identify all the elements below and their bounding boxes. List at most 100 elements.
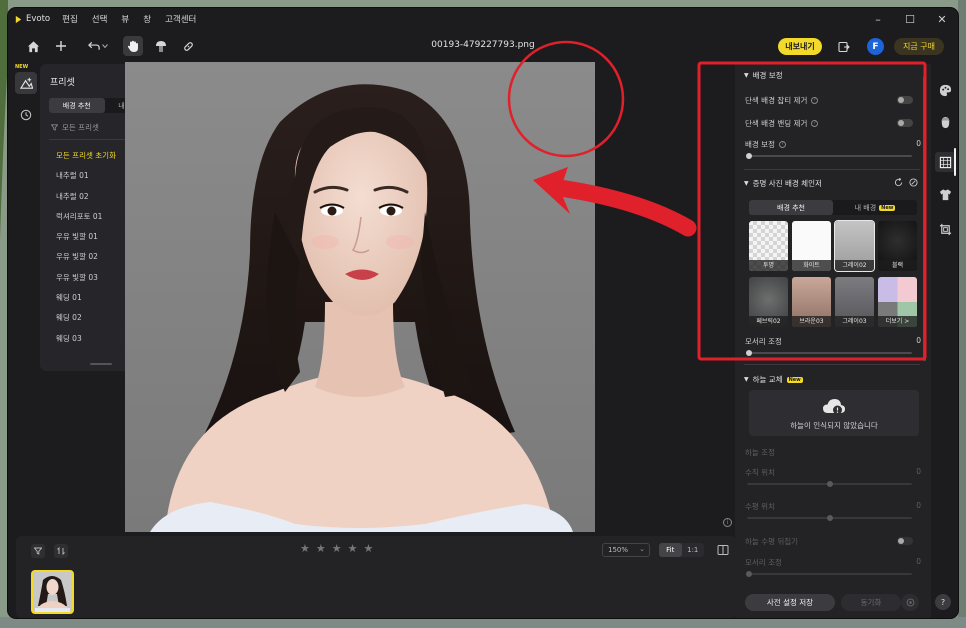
preset-filter[interactable]: 모든 프리셋 bbox=[51, 122, 99, 133]
star-icon[interactable]: ★ bbox=[332, 542, 342, 555]
sync-button[interactable]: 동기화 bbox=[841, 594, 901, 611]
remove-stains-toggle[interactable] bbox=[897, 96, 913, 104]
horizontal-position-label: 수평 위치 bbox=[745, 502, 775, 511]
help-icon[interactable]: ? bbox=[811, 97, 819, 104]
star-icon[interactable]: ★ bbox=[364, 542, 374, 555]
preset-list: 모든 프리셋 초기화 내추럴 01 내추럴 02 럭셔리포토 01 우유 빛깔 … bbox=[56, 146, 116, 349]
preset-item[interactable]: 내추럴 01 bbox=[56, 166, 116, 186]
menu-support[interactable]: 고객센터 bbox=[165, 13, 196, 25]
bg-tile-white[interactable]: 화이트 bbox=[792, 221, 831, 271]
portrait-photo[interactable] bbox=[125, 62, 595, 532]
add-icon[interactable] bbox=[51, 36, 71, 56]
preset-item[interactable]: 웨딩 03 bbox=[56, 329, 116, 349]
preset-item[interactable]: 럭셔리포토 01 bbox=[56, 207, 116, 227]
zoom-select[interactable]: 150% ⌄ bbox=[602, 543, 650, 557]
tab-my-bg[interactable]: 내 배경 New bbox=[833, 200, 917, 215]
horizontal-position-slider[interactable] bbox=[747, 515, 912, 521]
bg-tile-gray02[interactable]: 그레이02 bbox=[834, 220, 875, 272]
bg-correction-slider[interactable] bbox=[746, 153, 912, 159]
face-icon[interactable] bbox=[937, 114, 953, 130]
slider-knob[interactable] bbox=[827, 515, 833, 521]
vertical-position-slider[interactable] bbox=[747, 481, 912, 487]
photo-thumbnail[interactable] bbox=[31, 570, 74, 614]
vertical-position-value: 0 bbox=[916, 467, 921, 476]
edge-adjust-slider[interactable] bbox=[746, 350, 912, 356]
sync-settings-icon[interactable] bbox=[901, 594, 919, 611]
export-button[interactable]: 내보내기 bbox=[778, 38, 822, 55]
section-id-photo-bg[interactable]: ▼ 증명 사진 배경 체인저 bbox=[744, 178, 822, 189]
crop-adjust-icon[interactable] bbox=[937, 221, 953, 237]
menu-edit[interactable]: 편집 bbox=[62, 13, 78, 25]
profile-avatar[interactable]: F bbox=[867, 38, 884, 55]
preset-item[interactable]: 우유 빛깔 01 bbox=[56, 227, 116, 247]
divider bbox=[744, 169, 920, 170]
slider-knob[interactable] bbox=[746, 350, 752, 356]
menu-view[interactable]: 뷰 bbox=[121, 13, 129, 25]
filter-icon[interactable] bbox=[31, 544, 45, 558]
reset-icon[interactable] bbox=[894, 178, 903, 187]
clothing-icon[interactable] bbox=[937, 186, 953, 202]
preset-item[interactable]: 우유 빛깔 03 bbox=[56, 268, 116, 288]
preset-panel-title: 프리셋 bbox=[50, 78, 75, 88]
slider-knob[interactable] bbox=[746, 153, 752, 159]
sky-edge-slider[interactable] bbox=[746, 571, 912, 577]
bg-tile-gray03[interactable]: 그레이03 bbox=[835, 277, 874, 327]
sky-not-detected-message: 하늘이 인식되지 않았습니다 bbox=[790, 421, 878, 430]
collapse-triangle-icon: ▼ bbox=[744, 72, 749, 79]
menu-window[interactable]: 창 bbox=[143, 13, 151, 25]
compare-view-icon[interactable] bbox=[717, 544, 729, 556]
panel-scrollbar[interactable] bbox=[923, 76, 926, 361]
active-tool-indicator bbox=[954, 148, 956, 176]
undo-history-chevron-icon[interactable] bbox=[100, 36, 110, 56]
background-tool-icon[interactable] bbox=[935, 152, 955, 172]
tab-recommended-bg[interactable]: 배경 추천 bbox=[749, 200, 833, 215]
panel-resize-handle[interactable] bbox=[90, 363, 112, 365]
save-preset-button[interactable]: 사전 설정 저장 bbox=[745, 594, 835, 611]
bg-tile-brown03[interactable]: 브라운03 bbox=[792, 277, 831, 327]
section-bg-adjust[interactable]: ▼ 배경 보정 bbox=[744, 70, 783, 81]
reset-all-presets[interactable]: 모든 프리셋 초기화 bbox=[56, 146, 116, 166]
preset-item[interactable]: 웨딩 02 bbox=[56, 308, 116, 328]
bg-tile-fabric02[interactable]: 페브릭02 bbox=[749, 277, 788, 327]
preset-item[interactable]: 내추럴 02 bbox=[56, 187, 116, 207]
section-sky-replace[interactable]: ▼ 하늘 교체 New bbox=[744, 374, 803, 385]
toggle-effect-icon[interactable] bbox=[909, 178, 918, 187]
hand-tool-icon[interactable] bbox=[123, 36, 143, 56]
home-icon[interactable] bbox=[23, 36, 43, 56]
remove-banding-toggle[interactable] bbox=[897, 119, 913, 127]
preset-filter-label: 모든 프리셋 bbox=[62, 123, 99, 132]
star-icon[interactable]: ★ bbox=[316, 542, 326, 555]
star-icon[interactable]: ★ bbox=[300, 542, 310, 555]
sky-flip-toggle[interactable] bbox=[897, 537, 913, 545]
sort-icon[interactable] bbox=[54, 544, 68, 558]
help-icon[interactable]: ? bbox=[778, 141, 786, 148]
maximize-button[interactable]: ☐ bbox=[894, 8, 926, 30]
help-button[interactable]: ? bbox=[935, 594, 951, 610]
star-icon[interactable]: ★ bbox=[348, 542, 358, 555]
buy-now-button[interactable]: 지금 구매 bbox=[894, 38, 944, 55]
history-tab-button[interactable] bbox=[15, 104, 37, 126]
preset-item[interactable]: 웨딩 01 bbox=[56, 288, 116, 308]
help-icon[interactable]: ? bbox=[811, 120, 819, 127]
actual-size-button[interactable]: 1:1 bbox=[682, 543, 705, 557]
sky-flip-label: 하늘 수평 뒤집기 bbox=[745, 537, 799, 546]
tab-recommended-presets[interactable]: 배경 추천 bbox=[49, 98, 105, 113]
bg-tile-transparent[interactable]: 투명 bbox=[749, 221, 788, 271]
info-icon[interactable]: i bbox=[723, 518, 732, 527]
menu-select[interactable]: 선택 bbox=[92, 13, 108, 25]
slider-knob[interactable] bbox=[746, 571, 752, 577]
preset-icon bbox=[19, 77, 33, 89]
export-settings-icon[interactable] bbox=[834, 37, 854, 57]
preset-tab-button[interactable]: NEW bbox=[15, 64, 37, 94]
fit-button[interactable]: Fit bbox=[659, 543, 682, 557]
bandage-tool-icon[interactable] bbox=[178, 36, 198, 56]
slider-knob[interactable] bbox=[827, 481, 833, 487]
bg-tile-black[interactable]: 블랙 bbox=[878, 221, 917, 271]
left-sidebar: NEW bbox=[12, 64, 40, 364]
minimize-button[interactable]: – bbox=[862, 8, 894, 30]
preset-item[interactable]: 우유 빛깔 02 bbox=[56, 247, 116, 267]
palette-icon[interactable] bbox=[937, 82, 953, 98]
mushroom-brush-icon[interactable] bbox=[151, 36, 171, 56]
bg-tile-more[interactable]: 더보기 > bbox=[878, 277, 917, 327]
close-button[interactable]: ✕ bbox=[926, 8, 958, 30]
